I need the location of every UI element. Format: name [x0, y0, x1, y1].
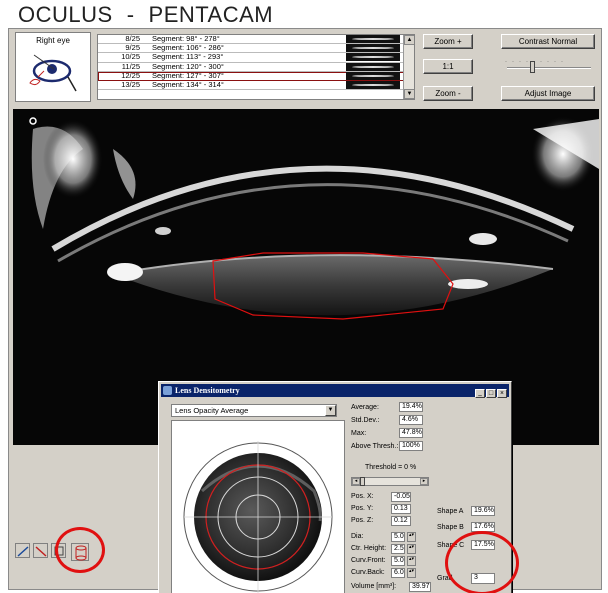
contrast-slider-thumb[interactable]: [530, 61, 535, 73]
chevron-down-icon[interactable]: ▼: [325, 405, 336, 416]
segment-number: 11/25: [121, 61, 140, 71]
threshold-decrease-icon[interactable]: ◂: [352, 478, 360, 485]
segment-thumbnail: [346, 44, 400, 53]
segment-range: Segment: 113° - 293°: [152, 52, 224, 62]
stat-label: Max:: [351, 430, 367, 437]
contrast-button[interactable]: Contrast Normal: [501, 34, 595, 49]
segment-number: 8/25: [125, 34, 140, 43]
contrast-slider-ticks: ·········: [505, 59, 568, 65]
segment-list-scrollbar[interactable]: ▲ ▼: [403, 35, 414, 99]
segment-thumbnail: [346, 53, 400, 62]
segment-range: Segment: 98° - 278°: [152, 34, 220, 43]
shape-label: Shape A: [437, 508, 464, 515]
zoom-in-button[interactable]: Zoom +: [423, 34, 473, 49]
geometry-field[interactable]: 6.0: [391, 568, 405, 578]
stat-label: Above Thresh.:: [351, 443, 399, 450]
segment-thumbnail: [346, 62, 400, 71]
segment-thumbnail: [346, 35, 400, 43]
stat-label: Average:: [351, 404, 379, 411]
spinner-icon[interactable]: ▴▾: [407, 544, 416, 554]
segment-range: Segment: 106° - 286°: [152, 43, 224, 53]
eye-label: Right eye: [36, 36, 70, 45]
shape-value: 19.6%: [471, 506, 495, 516]
densitometry-map[interactable]: [171, 420, 345, 593]
segment-number: 12/25: [121, 70, 140, 80]
segment-thumbnail: [346, 80, 400, 89]
contrast-slider[interactable]: [507, 67, 591, 69]
close-icon[interactable]: ×: [497, 389, 507, 398]
mode-select-value: Lens Opacity Average: [175, 406, 249, 415]
segment-range: Segment: 134° - 314°: [152, 79, 224, 89]
volume-label: Volume [mm³]:: [351, 583, 397, 590]
minimize-icon[interactable]: _: [475, 389, 485, 398]
measure-tool-button[interactable]: [15, 543, 30, 558]
segment-row[interactable]: 8/25 Segment: 98° - 278°: [98, 34, 414, 45]
app-title: OCULUS - PENTACAM: [18, 2, 273, 28]
segment-number: 10/25: [121, 52, 140, 62]
ruler-icon: [17, 546, 29, 557]
highlight-circle-tool: [55, 527, 105, 573]
stat-value: 47.8%: [399, 428, 423, 438]
threshold-label: Threshold = 0 %: [365, 464, 417, 471]
segment-range: Segment: 127° - 307°: [152, 70, 224, 80]
segment-row[interactable]: 13/25 Segment: 134° - 314°: [98, 79, 414, 91]
zoom-reset-button[interactable]: 1:1: [423, 59, 473, 74]
adjust-image-button[interactable]: Adjust Image: [501, 86, 595, 101]
stat-label: Std.Dev.:: [351, 417, 380, 424]
volume-field: 39.97: [409, 582, 431, 592]
segment-thumbnail: [346, 71, 400, 80]
product-name: PENTACAM: [148, 2, 274, 27]
stat-value: 100%: [399, 441, 423, 451]
position-field[interactable]: -0.05: [391, 492, 411, 502]
spinner-icon[interactable]: ▴▾: [407, 568, 416, 578]
segment-range: Segment: 120° - 300°: [152, 61, 224, 71]
segment-row[interactable]: 9/25 Segment: 106° - 286°: [98, 43, 414, 54]
threshold-slider-thumb[interactable]: [360, 477, 365, 486]
line-icon: [35, 546, 47, 557]
line-tool-button[interactable]: [33, 543, 48, 558]
threshold-slider[interactable]: ◂ ▸: [351, 477, 429, 486]
position-field[interactable]: 0.13: [391, 504, 411, 514]
geometry-label: Dia:: [351, 533, 364, 540]
geometry-label: Ctr. Height:: [351, 545, 387, 552]
geometry-field[interactable]: 5.0: [391, 556, 405, 566]
shape-label: Shape B: [437, 524, 464, 531]
spinner-icon[interactable]: ▴▾: [407, 556, 416, 566]
eye-indicator: Right eye: [15, 32, 91, 102]
position-label: Pos. Z:: [351, 517, 374, 524]
segment-row[interactable]: 10/25 Segment: 113° - 293°: [98, 52, 414, 63]
scroll-up-arrow-icon[interactable]: ▲: [404, 35, 414, 45]
eye-icon: [29, 54, 77, 92]
stat-value: 19.4%: [399, 402, 423, 412]
zoom-out-button[interactable]: Zoom -: [423, 86, 473, 101]
stat-value: 4.6%: [399, 415, 423, 425]
dialog-title: Lens Densitometry: [175, 386, 240, 395]
pentacam-window: Right eye 8/25 Segment: 98° - 278° 9/25 Seg…: [8, 28, 602, 593]
geometry-label: Curv.Front:: [351, 557, 386, 564]
densitometry-mode-select[interactable]: Lens Opacity Average ▼: [171, 404, 337, 417]
maximize-icon[interactable]: □: [486, 389, 496, 398]
segment-list[interactable]: 8/25 Segment: 98° - 278° 9/25 Segment: 106°…: [97, 34, 415, 100]
threshold-increase-icon[interactable]: ▸: [420, 478, 428, 485]
position-field[interactable]: 0.12: [391, 516, 411, 526]
geometry-field[interactable]: 2.5: [391, 544, 405, 554]
position-label: Pos. Y:: [351, 505, 374, 512]
geometry-label: Curv.Back:: [351, 569, 385, 576]
dialog-app-icon: [163, 386, 172, 395]
position-label: Pos. X:: [351, 493, 374, 500]
segment-number: 9/25: [125, 43, 140, 53]
brand-name: OCULUS: [18, 2, 113, 27]
segment-row[interactable]: 12/25 Segment: 127° - 307°: [98, 70, 414, 81]
dialog-titlebar[interactable]: Lens Densitometry _ □ ×: [161, 384, 509, 398]
title-separator: -: [126, 2, 135, 27]
scroll-down-arrow-icon[interactable]: ▼: [404, 89, 414, 99]
geometry-field[interactable]: 5.0: [391, 532, 405, 542]
segment-number: 13/25: [121, 79, 140, 89]
highlight-circle-grade: [445, 531, 519, 593]
densitometry-map-graphic: [183, 441, 333, 593]
spinner-icon[interactable]: ▴▾: [407, 532, 416, 542]
segment-row[interactable]: 11/25 Segment: 120° - 300°: [98, 61, 414, 72]
